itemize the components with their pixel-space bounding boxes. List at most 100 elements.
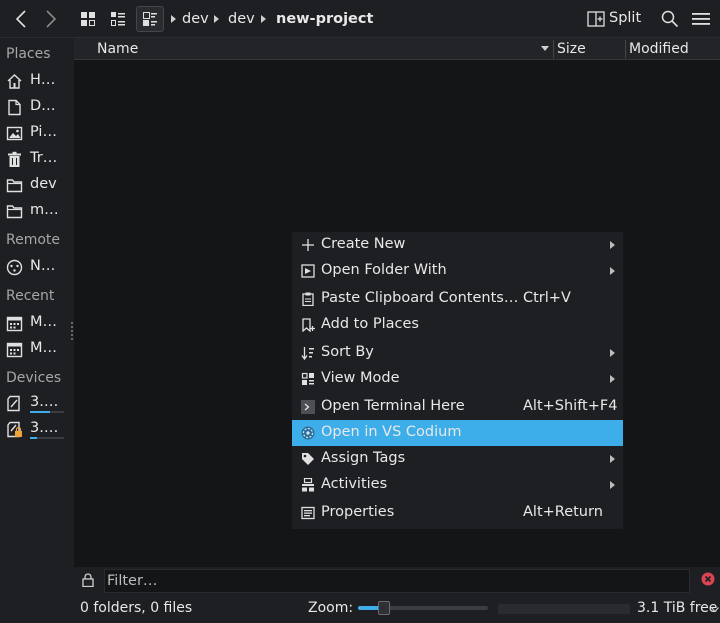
chevron-left-icon [15,10,26,28]
menu-item-label: Assign Tags [321,450,406,466]
remote-section-title: Remote [6,232,61,248]
folder-icon [6,179,23,193]
column-name[interactable]: Name [97,38,138,60]
trash-icon [8,151,21,167]
icons-view-button[interactable] [76,0,100,38]
device-usage-bar [30,437,64,439]
menu-item-paste[interactable]: Paste Clipboard Contents… Ctrl+V [292,286,623,312]
submenu-arrow-icon [610,241,615,249]
folder-file-count: 0 folders, 0 files [80,600,193,616]
breadcrumb-current[interactable]: new-project [276,0,373,38]
vscodium-icon [301,426,315,440]
remote-item-label: N… [30,258,56,274]
places-item-home[interactable]: H… [0,68,70,94]
menu-item-shortcut: Alt+Shift+F4 [523,398,618,414]
close-icon[interactable] [701,572,715,586]
submenu-arrow-icon [610,455,615,463]
menu-item-label: Open Folder With [321,262,447,278]
menu-item-properties[interactable]: Properties Alt+Return [292,500,623,526]
split-label: Split [609,10,642,26]
chevron-down-icon[interactable] [711,607,719,613]
filter-input[interactable] [105,570,689,592]
menu-item-label: Properties [321,504,395,520]
breadcrumb-item[interactable]: dev [182,0,209,38]
icons-view-icon [81,12,95,26]
menu-item-open-in-vscodium[interactable]: Open in VS Codium [292,420,623,446]
recent-item[interactable]: M… [0,310,70,336]
zoom-slider-handle[interactable] [378,601,390,615]
details-view-button[interactable] [136,6,164,32]
places-item-documents[interactable]: D… [0,94,70,120]
compact-view-button[interactable] [106,0,130,38]
places-section-title: Places [6,46,51,62]
filter-field[interactable] [104,569,690,593]
terminal-icon [301,400,315,414]
submenu-arrow-icon [610,375,615,383]
column-size[interactable]: Size [557,38,586,60]
breadcrumb-item[interactable]: dev [228,0,255,38]
document-icon [8,99,21,116]
column-divider[interactable] [625,40,626,58]
places-item-label: Tr… [30,150,58,166]
menu-item-label: Activities [321,476,388,492]
locked-drive-icon [7,421,22,438]
places-item-label: Pi… [30,124,57,140]
menu-item-activities[interactable]: Activities [292,472,623,498]
places-item-trash[interactable]: Tr… [0,146,70,172]
recent-item[interactable]: M… [0,336,70,362]
forward-button[interactable] [38,0,64,38]
menu-item-open-folder-with[interactable]: Open Folder With [292,258,623,284]
places-item-label: H… [30,72,56,88]
pictures-icon [6,126,23,141]
plus-icon [302,239,314,251]
column-divider[interactable] [553,40,554,58]
free-space-bar [498,604,630,614]
search-button[interactable] [658,0,682,38]
filter-bar [74,567,720,595]
compact-view-icon [111,12,125,26]
menu-item-label: View Mode [321,370,400,386]
properties-icon [301,506,315,520]
submenu-arrow-icon [610,481,615,489]
menu-item-add-to-places[interactable]: Add to Places [292,312,623,338]
device-usage-bar [30,411,64,413]
tag-icon [302,453,314,465]
places-item-m[interactable]: m… [0,198,70,224]
recent-item-label: M… [30,314,58,330]
network-icon [6,259,23,276]
details-view-icon [143,12,157,26]
column-modified[interactable]: Modified [629,38,689,60]
menu-button[interactable] [689,0,713,38]
lock-icon[interactable] [82,573,94,587]
hamburger-menu-icon [692,13,710,25]
menu-item-shortcut: Alt+Return [523,504,603,520]
panel-splitter-handle[interactable] [71,322,73,340]
submenu-arrow-icon [610,349,615,357]
free-space-label: 3.1 TiB free [637,600,718,616]
menu-item-shortcut: Ctrl+V [523,290,571,306]
places-item-pictures[interactable]: Pi… [0,120,70,146]
places-item-dev[interactable]: dev [0,172,70,198]
devices-section-title: Devices [6,370,62,386]
breadcrumb-separator [171,15,176,23]
folder-icon [6,205,23,219]
menu-item-label: Open Terminal Here [321,398,465,414]
bookmark-add-icon [302,318,315,332]
menu-item-assign-tags[interactable]: Assign Tags [292,446,623,472]
places-panel: Places H… D… Pi… Tr… dev m… Remote N… Re… [0,38,70,568]
menu-item-create-new[interactable]: Create New [292,232,623,258]
remote-item-network[interactable]: N… [0,254,70,280]
chevron-right-icon [46,10,57,28]
sort-icon [301,347,314,360]
devices-item-label: 3.… [30,394,59,410]
menu-item-view-mode[interactable]: View Mode [292,366,623,392]
activities-icon [302,478,314,492]
search-icon [661,10,679,28]
home-icon [7,74,22,89]
sort-descending-icon [541,46,549,51]
menu-item-sort-by[interactable]: Sort By [292,340,623,366]
paste-icon [302,292,314,306]
status-bar: 0 folders, 0 files Zoom: 3.1 TiB free [0,595,720,623]
back-button[interactable] [8,0,34,38]
menu-item-open-terminal[interactable]: Open Terminal Here Alt+Shift+F4 [292,394,623,420]
